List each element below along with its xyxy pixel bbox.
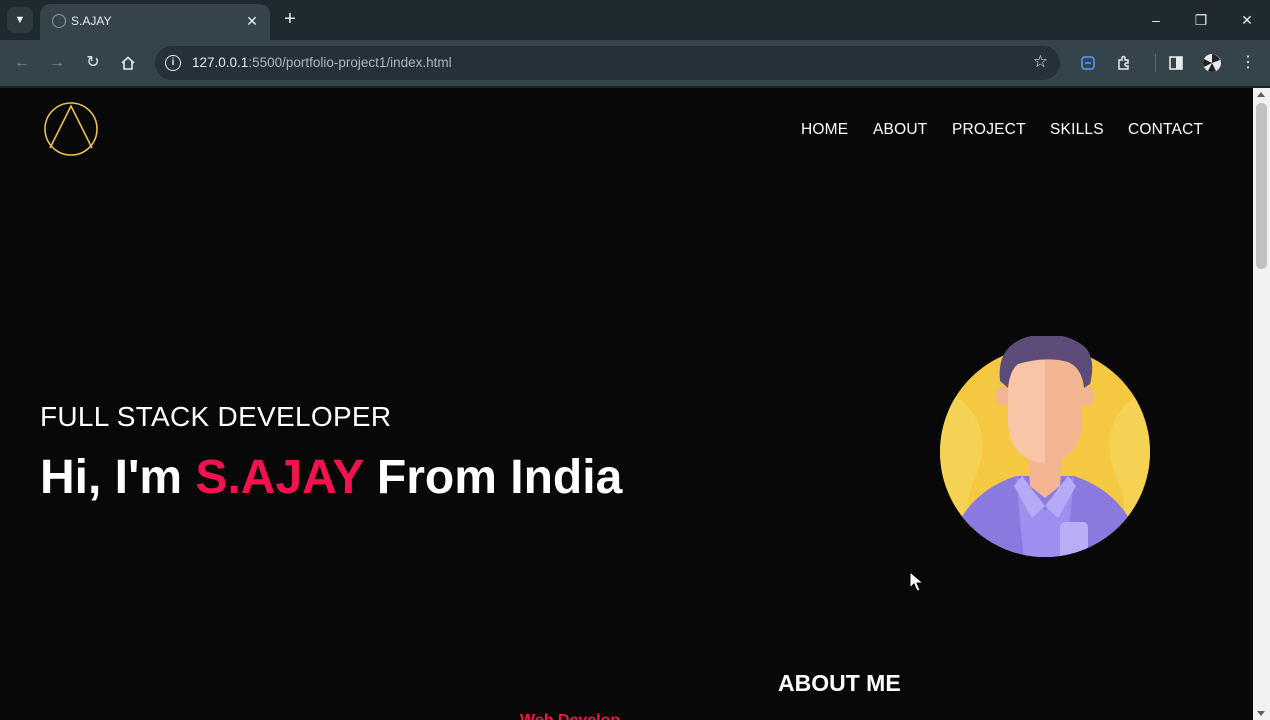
scroll-thumb[interactable] xyxy=(1256,103,1267,269)
peek-text: Web Develop xyxy=(520,712,620,720)
sidepanel-icon[interactable] xyxy=(1163,50,1189,76)
minimize-icon[interactable]: – xyxy=(1143,8,1169,32)
menu-icon[interactable]: ⋮ xyxy=(1235,50,1261,76)
hero-subtitle: FULL STACK DEVELOPER xyxy=(40,401,392,432)
address-bar[interactable]: i 127.0.0.1:5500/portfolio-project1/inde… xyxy=(155,46,1060,80)
toolbar-separator xyxy=(1155,54,1156,72)
logo-icon[interactable] xyxy=(42,100,100,158)
hero-name: S.AJAY xyxy=(195,451,364,504)
page-viewport: HOME ABOUT PROJECT SKILLS CONTACT FULL S… xyxy=(0,88,1253,720)
browser-toolbar: ← → ↻ i 127.0.0.1:5500/portfolio-project… xyxy=(0,40,1270,87)
hero-suffix: From India xyxy=(376,451,623,504)
back-icon[interactable]: ← xyxy=(9,50,35,76)
mouse-cursor-icon xyxy=(909,571,925,592)
url-text[interactable]: 127.0.0.1:5500/portfolio-project1/index.… xyxy=(192,55,452,70)
home-icon[interactable] xyxy=(115,50,141,76)
nav-contact[interactable]: CONTACT xyxy=(1128,121,1203,139)
tab-favicon-icon xyxy=(52,14,66,28)
browser-tab[interactable]: S.AJAY ✕ xyxy=(40,4,270,40)
hero-title: Hi, I'm S.AJAY From India xyxy=(40,450,622,505)
info-icon[interactable]: i xyxy=(165,55,181,71)
profile-avatar-icon[interactable] xyxy=(1199,50,1225,76)
scroll-down-icon[interactable] xyxy=(1257,711,1265,716)
restore-icon[interactable]: ❐ xyxy=(1188,8,1214,32)
tab-title: S.AJAY xyxy=(71,14,112,28)
nav-about[interactable]: ABOUT xyxy=(873,121,927,139)
close-icon[interactable]: ✕ xyxy=(243,12,261,30)
extensions-icon[interactable] xyxy=(1111,50,1137,76)
profile-sync-icon[interactable] xyxy=(1075,50,1101,76)
page-scrollbar[interactable] xyxy=(1253,88,1270,720)
browser-tab-strip: ▼ S.AJAY ✕ + – ❐ ✕ xyxy=(0,0,1270,40)
plus-icon[interactable]: + xyxy=(279,8,301,30)
window-close-icon[interactable]: ✕ xyxy=(1234,8,1260,32)
nav-home[interactable]: HOME xyxy=(801,121,848,139)
forward-icon[interactable]: → xyxy=(44,50,70,76)
about-heading: ABOUT ME xyxy=(778,670,901,696)
nav-skills[interactable]: SKILLS xyxy=(1050,121,1104,139)
hero-greeting: Hi, I'm xyxy=(40,451,183,504)
nav-project[interactable]: PROJECT xyxy=(952,121,1026,139)
star-icon[interactable]: ☆ xyxy=(1033,52,1048,72)
scroll-up-icon[interactable] xyxy=(1257,92,1265,97)
reload-icon[interactable]: ↻ xyxy=(80,50,106,76)
tab-search-icon[interactable]: ▼ xyxy=(7,7,33,33)
avatar-illustration xyxy=(940,336,1150,557)
